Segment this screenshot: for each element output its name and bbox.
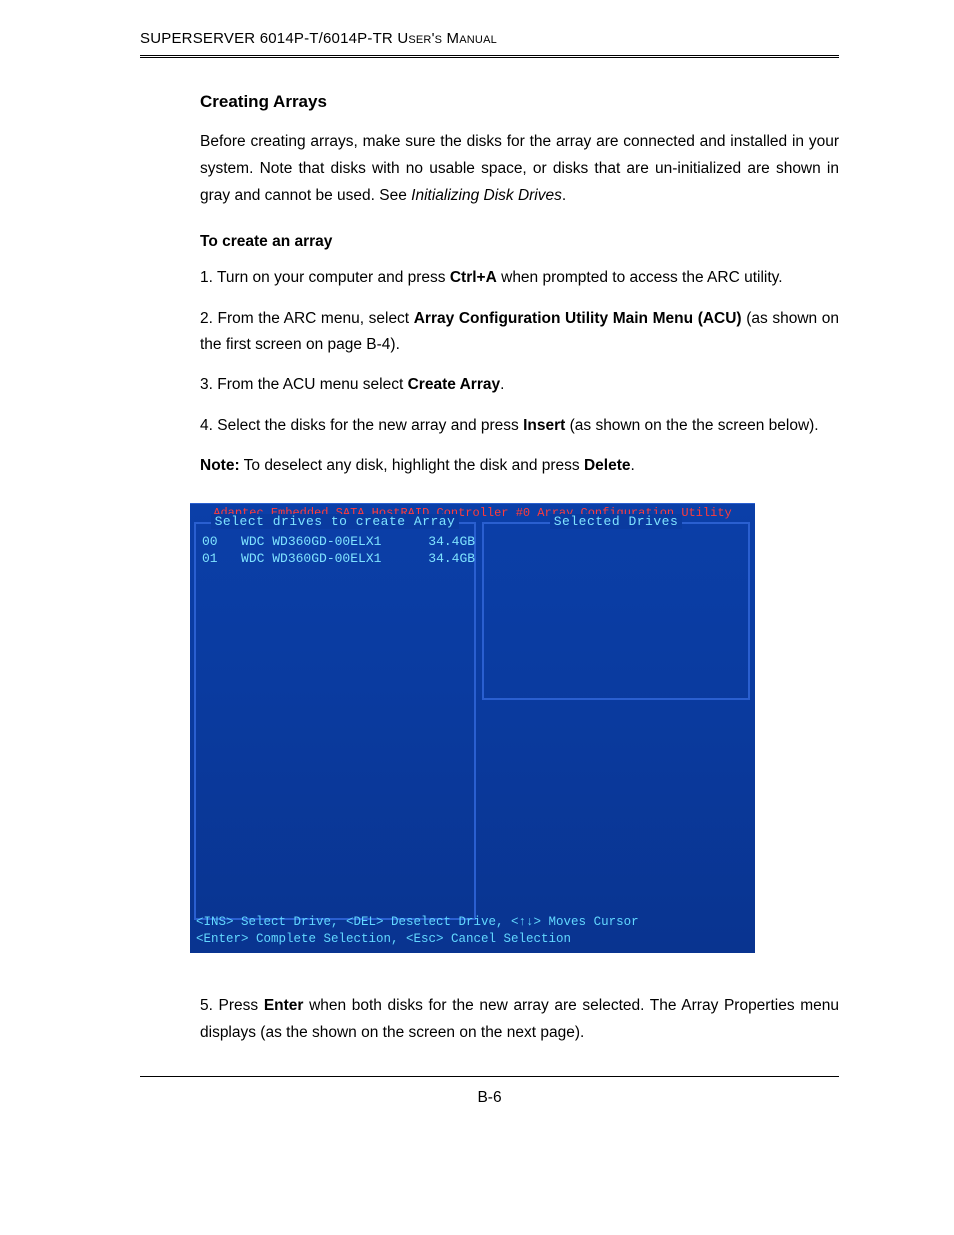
section-title: Creating Arrays [200, 92, 839, 112]
left-panel-title: Select drives to create Array [211, 514, 460, 529]
step-3: 3. From the ACU menu select Create Array… [200, 372, 839, 398]
step-2: 2. From the ARC menu, select Array Confi… [200, 306, 839, 359]
step-1: 1. Turn on your computer and press Ctrl+… [200, 265, 839, 291]
header-rule [140, 55, 839, 62]
drive-row: 00 WDC WD360GD-00ELX1 34.4GB [196, 532, 474, 549]
bios-footer: <INS> Select Drive, <DEL> Deselect Drive… [196, 914, 749, 948]
selected-drives-panel: Selected Drives [482, 522, 750, 700]
drive-row: 01 WDC WD360GD-00ELX1 34.4GB [196, 549, 474, 566]
bios-screenshot: Adaptec Embedded SATA HostRAID Controlle… [190, 503, 755, 953]
running-header: SUPERSERVER 6014P-T/6014P-TR User's Manu… [140, 30, 839, 47]
step-4: 4. Select the disks for the new array an… [200, 413, 839, 439]
drives-available-panel: Select drives to create Array 00 WDC WD3… [194, 522, 476, 920]
note: Note: To deselect any disk, highlight th… [200, 453, 839, 479]
procedure-heading: To create an array [200, 233, 839, 251]
right-panel-title: Selected Drives [550, 514, 683, 529]
footer-rule [140, 1076, 839, 1077]
step-5: 5. Press Enter when both disks for the n… [200, 993, 839, 1046]
intro-paragraph: Before creating arrays, make sure the di… [200, 128, 839, 209]
page-number: B-6 [140, 1089, 839, 1107]
